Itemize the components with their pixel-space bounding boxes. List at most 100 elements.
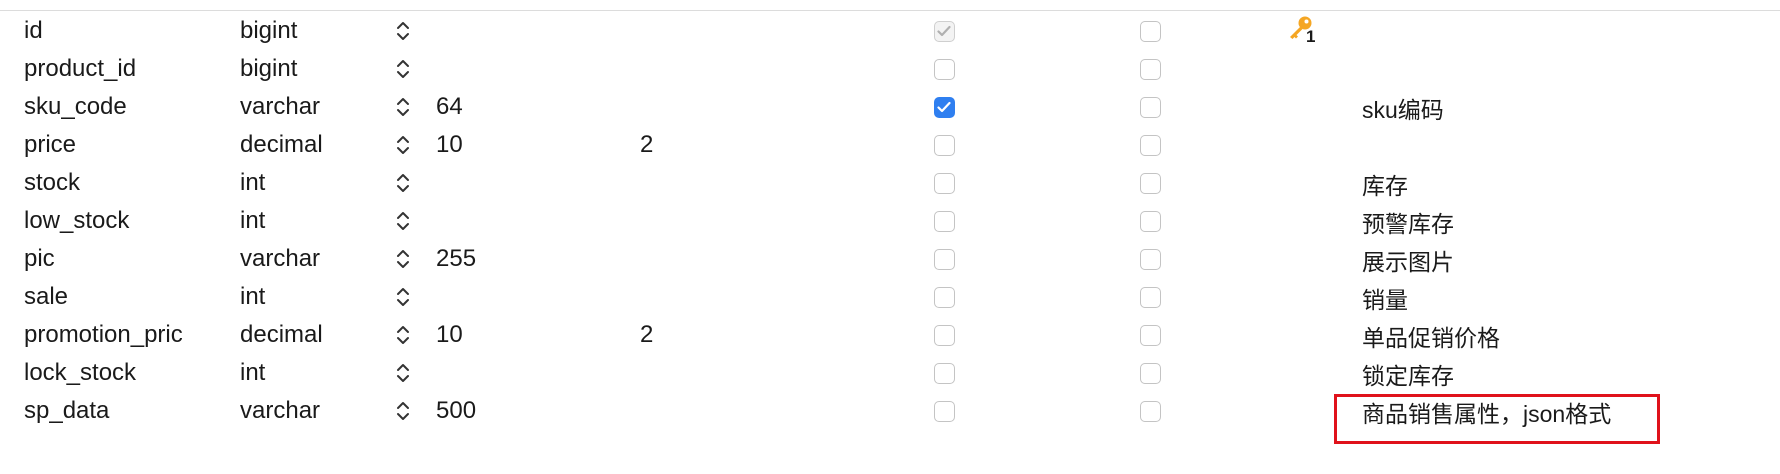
updown-chevron-icon[interactable] [393,12,413,50]
updown-chevron-icon[interactable] [393,392,413,430]
not-null-checkbox[interactable] [931,354,957,392]
field-decimals[interactable] [640,202,720,240]
field-row[interactable]: id bigint 1 [0,12,1780,50]
not-null-checkbox[interactable] [931,88,957,126]
field-row[interactable]: stock int 库存 [0,164,1780,202]
not-null-checkbox[interactable] [931,12,957,50]
field-name[interactable]: promotion_pric [24,316,224,354]
field-type[interactable]: int [240,202,380,240]
field-comment[interactable]: 销量 [1362,281,1722,319]
field-row[interactable]: lock_stock int 锁定库存 [0,354,1780,392]
field-name[interactable]: lock_stock [24,354,224,392]
field-row[interactable]: sku_code varchar 64 sku编码 [0,88,1780,126]
field-type[interactable]: bigint [240,50,380,88]
field-type[interactable]: decimal [240,316,380,354]
field-name[interactable]: price [24,126,224,164]
field-decimals[interactable] [640,240,720,278]
field-name[interactable]: pic [24,240,224,278]
field-comment[interactable]: 展示图片 [1362,243,1722,281]
field-decimals[interactable] [640,88,720,126]
primary-key-indicator [1286,126,1326,164]
updown-chevron-icon[interactable] [393,354,413,392]
not-null-checkbox[interactable] [931,316,957,354]
field-decimals[interactable] [640,50,720,88]
field-comment[interactable]: 商品销售属性，json格式 [1362,395,1722,433]
field-type[interactable]: int [240,164,380,202]
not-null-checkbox[interactable] [931,50,957,88]
not-null-checkbox[interactable] [931,164,957,202]
field-row[interactable]: low_stock int 预警库存 [0,202,1780,240]
field-decimals[interactable] [640,392,720,430]
field-length[interactable]: 10 [436,316,586,354]
field-decimals[interactable]: 2 [640,316,720,354]
field-length[interactable] [436,278,586,316]
field-type[interactable]: varchar [240,88,380,126]
field-comment[interactable] [1362,129,1722,167]
field-length[interactable] [436,164,586,202]
virtual-checkbox[interactable] [1137,126,1163,164]
field-comment[interactable]: sku编码 [1362,91,1722,129]
updown-chevron-icon[interactable] [393,50,413,88]
field-length[interactable]: 10 [436,126,586,164]
field-decimals[interactable] [640,354,720,392]
updown-chevron-icon[interactable] [393,164,413,202]
field-type[interactable]: varchar [240,392,380,430]
not-null-checkbox[interactable] [931,126,957,164]
field-length[interactable] [436,12,586,50]
virtual-checkbox[interactable] [1137,316,1163,354]
virtual-checkbox[interactable] [1137,278,1163,316]
virtual-checkbox[interactable] [1137,164,1163,202]
updown-chevron-icon[interactable] [393,88,413,126]
field-length[interactable]: 500 [436,392,586,430]
field-comment[interactable]: 锁定库存 [1362,357,1722,395]
field-decimals[interactable]: 2 [640,126,720,164]
virtual-checkbox[interactable] [1137,202,1163,240]
virtual-checkbox[interactable] [1137,240,1163,278]
field-length[interactable] [436,354,586,392]
virtual-checkbox[interactable] [1137,354,1163,392]
field-name[interactable]: stock [24,164,224,202]
updown-chevron-icon[interactable] [393,240,413,278]
field-row[interactable]: promotion_pric decimal 10 2 单品促销价格 [0,316,1780,354]
not-null-checkbox[interactable] [931,202,957,240]
virtual-checkbox[interactable] [1137,12,1163,50]
field-name[interactable]: sale [24,278,224,316]
field-name[interactable]: product_id [24,50,224,88]
field-name[interactable]: id [24,12,224,50]
updown-chevron-icon[interactable] [393,316,413,354]
updown-chevron-icon[interactable] [393,278,413,316]
not-null-checkbox[interactable] [931,392,957,430]
field-decimals[interactable] [640,278,720,316]
field-name[interactable]: sku_code [24,88,224,126]
field-comment[interactable]: 单品促销价格 [1362,319,1722,357]
not-null-checkbox[interactable] [931,240,957,278]
field-decimals[interactable] [640,164,720,202]
field-length[interactable] [436,50,586,88]
field-comment[interactable] [1362,53,1722,91]
updown-chevron-icon[interactable] [393,202,413,240]
field-type[interactable]: bigint [240,12,380,50]
field-row[interactable]: pic varchar 255 展示图片 [0,240,1780,278]
field-name[interactable]: low_stock [24,202,224,240]
field-row[interactable]: product_id bigint [0,50,1780,88]
field-row[interactable]: price decimal 10 2 [0,126,1780,164]
virtual-checkbox[interactable] [1137,88,1163,126]
virtual-checkbox[interactable] [1137,392,1163,430]
field-type[interactable]: int [240,278,380,316]
field-type[interactable]: varchar [240,240,380,278]
field-length[interactable] [436,202,586,240]
field-length[interactable]: 255 [436,240,586,278]
field-comment[interactable]: 预警库存 [1362,205,1722,243]
field-type[interactable]: decimal [240,126,380,164]
field-row[interactable]: sale int 销量 [0,278,1780,316]
field-comment[interactable]: 库存 [1362,167,1722,205]
field-name[interactable]: sp_data [24,392,224,430]
field-row[interactable]: sp_data varchar 500 商品销售属性，json格式 [0,392,1780,430]
field-length[interactable]: 64 [436,88,586,126]
field-decimals[interactable] [640,12,720,50]
field-type[interactable]: int [240,354,380,392]
field-comment[interactable] [1362,15,1722,53]
not-null-checkbox[interactable] [931,278,957,316]
updown-chevron-icon[interactable] [393,126,413,164]
virtual-checkbox[interactable] [1137,50,1163,88]
